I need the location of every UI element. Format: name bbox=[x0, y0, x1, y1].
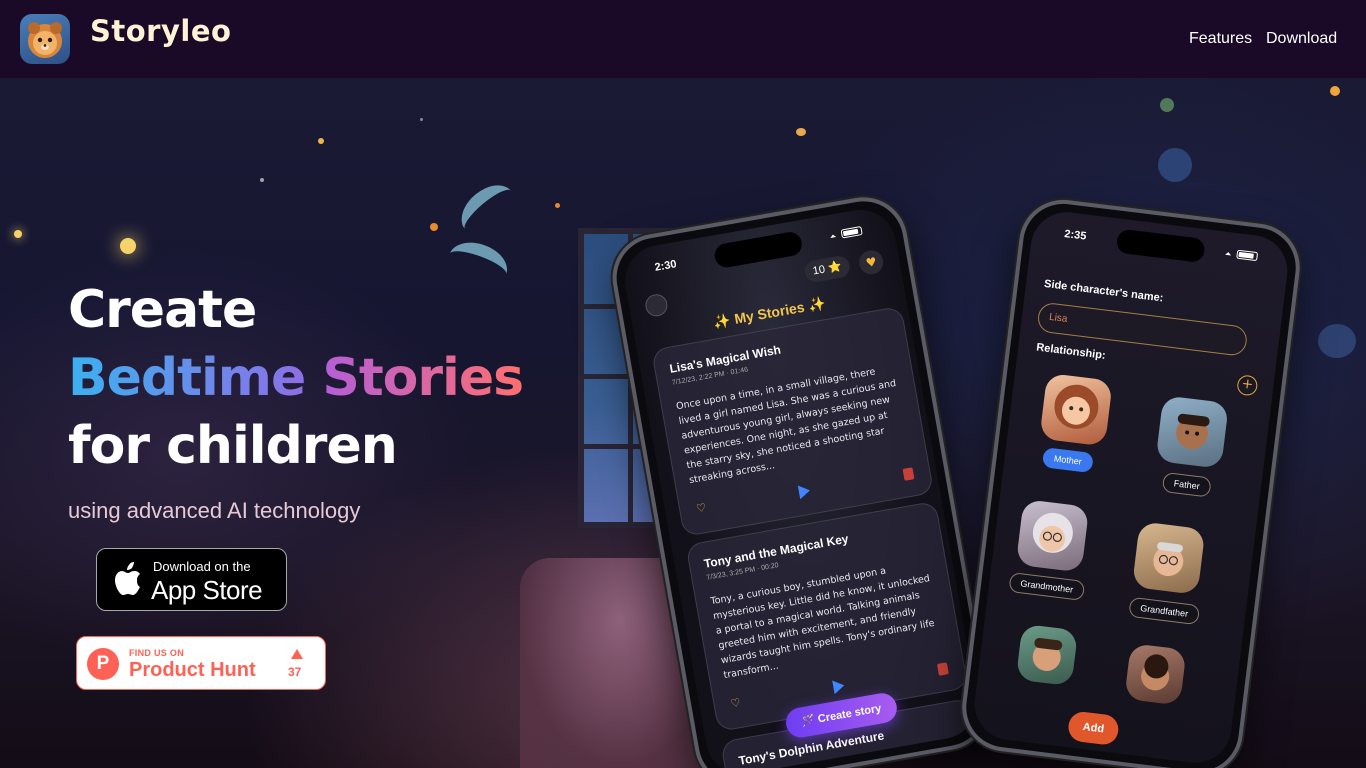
star-decoration bbox=[1330, 86, 1340, 96]
product-hunt-icon: P bbox=[87, 648, 119, 680]
star-decoration bbox=[430, 223, 438, 231]
star-decoration bbox=[796, 128, 806, 136]
status-icons bbox=[830, 226, 863, 239]
ornament-decoration bbox=[1158, 148, 1192, 182]
star-decoration bbox=[260, 178, 264, 182]
star-decoration bbox=[318, 138, 324, 144]
relation-father-pill[interactable]: Father bbox=[1161, 471, 1212, 498]
star-counter[interactable]: 10 ⭐ bbox=[803, 254, 852, 284]
trash-icon[interactable] bbox=[936, 662, 949, 676]
girl-avatar[interactable] bbox=[1124, 643, 1187, 706]
headline-line1: Create bbox=[68, 280, 257, 340]
sparkle-decoration bbox=[120, 238, 136, 254]
app-store-button[interactable]: Download on the App Store bbox=[96, 548, 287, 611]
hero-subline: using advanced AI technology bbox=[68, 498, 361, 523]
add-character-button[interactable]: Add bbox=[1066, 710, 1121, 747]
add-relationship-icon[interactable]: + bbox=[1236, 374, 1259, 397]
star-decoration bbox=[420, 118, 423, 121]
dynamic-island bbox=[1115, 228, 1206, 264]
story-card[interactable]: Tony and the Magical Key 7/3/23, 3:25 PM… bbox=[685, 500, 969, 732]
play-icon[interactable] bbox=[797, 483, 812, 500]
favorites-heart-icon[interactable]: ♥ bbox=[857, 248, 886, 277]
ornament-decoration bbox=[1318, 324, 1356, 358]
status-icons bbox=[1225, 249, 1258, 261]
grandmother-avatar[interactable] bbox=[1015, 499, 1090, 573]
upvote-count: 37 bbox=[288, 665, 302, 679]
star-decoration bbox=[555, 203, 560, 208]
relation-grandmother-pill[interactable]: Grandmother bbox=[1008, 571, 1086, 601]
brand-name[interactable]: Storyleo bbox=[90, 14, 231, 48]
headline-line2: Bedtime Stories bbox=[68, 352, 524, 404]
father-avatar[interactable] bbox=[1155, 395, 1229, 469]
moon-decoration bbox=[452, 175, 524, 245]
boy-avatar[interactable] bbox=[1015, 623, 1079, 687]
star-decoration bbox=[1160, 98, 1174, 112]
headline-line3: for children bbox=[68, 416, 398, 476]
product-hunt-small-label: FIND US ON bbox=[129, 648, 185, 658]
apple-icon bbox=[115, 562, 140, 595]
lion-logo-icon[interactable] bbox=[20, 14, 70, 64]
relationship-label: Relationship: bbox=[1035, 341, 1107, 362]
heart-icon[interactable]: ♡ bbox=[695, 501, 707, 516]
top-navbar: Storyleo Features Download bbox=[0, 0, 1366, 78]
trash-icon[interactable] bbox=[902, 467, 915, 481]
relation-mother-pill[interactable]: Mother bbox=[1041, 447, 1094, 474]
nav-link-features[interactable]: Features bbox=[1189, 30, 1252, 48]
side-character-label: Side character's name: bbox=[1043, 277, 1165, 305]
play-icon[interactable] bbox=[832, 678, 846, 695]
sparkle-decoration bbox=[14, 230, 22, 238]
status-time: 2:30 bbox=[653, 258, 678, 274]
grandfather-avatar[interactable] bbox=[1131, 521, 1206, 595]
heart-icon[interactable]: ♡ bbox=[730, 696, 742, 711]
nav-link-download[interactable]: Download bbox=[1266, 30, 1337, 48]
app-store-big-label: App Store bbox=[151, 575, 263, 605]
product-hunt-big-label: Product Hunt bbox=[129, 659, 256, 681]
story-card[interactable]: Lisa's Magical Wish 7/12/23, 2:22 PM · 0… bbox=[651, 305, 935, 537]
dynamic-island bbox=[712, 230, 804, 270]
relation-grandfather-pill[interactable]: Grandfather bbox=[1128, 596, 1201, 626]
mother-avatar[interactable] bbox=[1039, 372, 1113, 447]
headline-stories: Stories bbox=[322, 348, 524, 408]
app-store-small-label: Download on the bbox=[153, 559, 251, 574]
moon-decoration bbox=[442, 234, 514, 294]
upvote-arrow-icon bbox=[291, 649, 303, 659]
product-hunt-badge[interactable]: P FIND US ON Product Hunt 37 bbox=[76, 636, 326, 690]
settings-icon[interactable] bbox=[643, 292, 670, 319]
phone-screen: 2:35 Side character's name: Lisa Relatio… bbox=[970, 208, 1292, 767]
headline-bedtime: Bedtime bbox=[68, 348, 306, 408]
status-time: 2:35 bbox=[1063, 228, 1087, 243]
